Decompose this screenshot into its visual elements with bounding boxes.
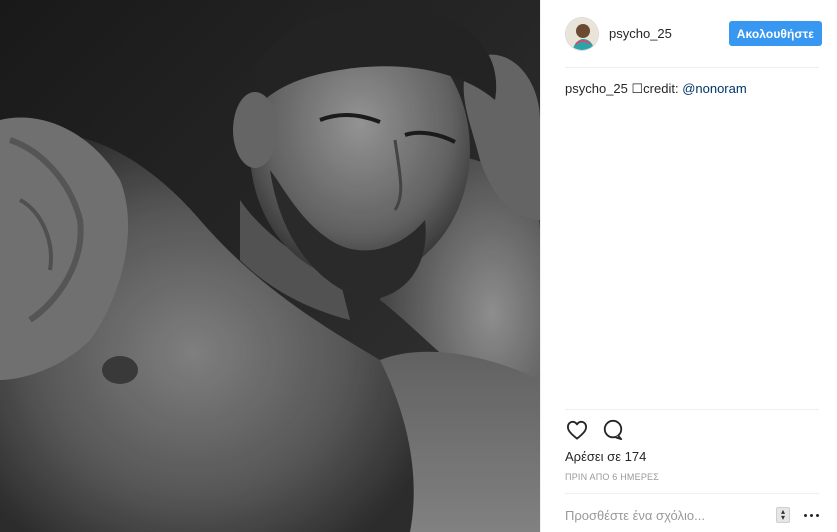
caption-text: credit: <box>643 81 683 96</box>
input-spinner-icon[interactable]: ▴ ▾ <box>776 507 790 523</box>
header-divider <box>565 67 819 68</box>
follow-button[interactable]: Ακολουθήστε <box>728 21 822 46</box>
post-side-panel: psycho_25 Ακολουθήστε psycho_25 ☐credit:… <box>540 0 837 532</box>
post-header: psycho_25 Ακολουθήστε <box>541 0 837 67</box>
author-avatar[interactable] <box>565 16 599 51</box>
instagram-post: psycho_25 Ακολουθήστε psycho_25 ☐credit:… <box>0 0 837 532</box>
comment-row: ▴▾ <box>565 498 837 532</box>
author-username[interactable]: psycho_25 <box>609 26 729 41</box>
heart-icon[interactable] <box>565 418 589 442</box>
post-timestamp[interactable]: ΠΡΙΝ ΑΠΟ 6 ΗΜΕΡΕΣ <box>565 472 659 482</box>
likes-count[interactable]: Αρέσει σε 174 <box>565 449 646 464</box>
caption-separator: ☐ <box>627 81 644 96</box>
post-actions <box>565 418 637 442</box>
post-caption: psycho_25 ☐credit: @nonoram <box>565 80 747 98</box>
post-photo[interactable] <box>0 0 540 532</box>
more-horizontal-icon[interactable] <box>800 507 822 523</box>
post-photo-image <box>0 0 540 532</box>
avatar-image <box>566 17 598 50</box>
comment-icon[interactable] <box>601 418 625 442</box>
caption-mention-link[interactable]: @nonoram <box>682 81 747 96</box>
comment-input[interactable] <box>565 505 776 525</box>
actions-divider <box>565 409 819 410</box>
caption-username[interactable]: psycho_25 <box>565 81 628 96</box>
comment-divider <box>565 493 819 494</box>
